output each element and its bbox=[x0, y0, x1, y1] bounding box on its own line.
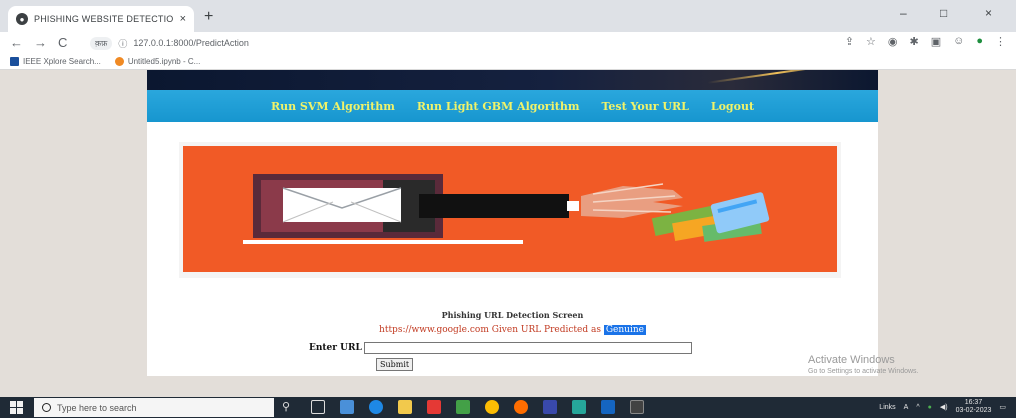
app-icon-teal[interactable] bbox=[572, 400, 586, 414]
bookmark-ieee[interactable]: IEEE Xplore Search... bbox=[10, 57, 101, 66]
system-tray: Links A ^ ● ◀) 16:37 03-02-2023 ▭ bbox=[879, 399, 1006, 415]
screen: ● PHISHING WEBSITE DETECTION × + – □ × ←… bbox=[0, 0, 1016, 418]
tray-links[interactable]: Links bbox=[879, 404, 895, 411]
tab-close-icon[interactable]: × bbox=[180, 13, 186, 25]
profile-icon[interactable]: ☺ bbox=[953, 35, 964, 48]
result-prefix: https://www.google.com Given URL Predict… bbox=[379, 325, 601, 335]
forward-arrow-icon[interactable]: → bbox=[34, 35, 47, 51]
globe-icon: ● bbox=[16, 13, 28, 25]
app-icon-blue[interactable] bbox=[543, 400, 557, 414]
extension-icon[interactable]: ◉ bbox=[888, 35, 898, 48]
file-explorer-icon[interactable] bbox=[398, 400, 412, 414]
network-icon[interactable]: ● bbox=[928, 404, 932, 411]
new-tab-button[interactable]: + bbox=[204, 9, 213, 25]
result-value: Genuine bbox=[603, 325, 646, 335]
bookmark-colab[interactable]: Untitled5.ipynb - C... bbox=[114, 57, 201, 66]
search-icon bbox=[42, 403, 51, 412]
store-icon[interactable] bbox=[427, 400, 441, 414]
phishing-illustration-svg bbox=[243, 174, 770, 244]
nav-run-lightgbm[interactable]: Run Light GBM Algorithm bbox=[417, 100, 580, 113]
watermark-line1: Activate Windows bbox=[808, 354, 895, 366]
close-window-icon[interactable]: × bbox=[985, 6, 992, 20]
taskbar-search[interactable]: Type here to search bbox=[34, 398, 274, 417]
chrome-active-icon[interactable] bbox=[514, 400, 528, 414]
clock-time: 16:37 bbox=[964, 399, 983, 406]
submit-button[interactable]: Submit bbox=[376, 358, 414, 371]
task-view-icon[interactable] bbox=[311, 400, 325, 414]
banner-streak bbox=[707, 70, 847, 84]
chrome-icon[interactable] bbox=[485, 400, 499, 414]
form-title: Phishing URL Detection Screen bbox=[441, 310, 584, 320]
browser-tab[interactable]: ● PHISHING WEBSITE DETECTION × bbox=[8, 6, 194, 32]
star-icon[interactable]: ☆ bbox=[866, 35, 876, 48]
puzzle-icon[interactable]: ✱ bbox=[909, 35, 918, 48]
weather-icon[interactable] bbox=[340, 400, 354, 414]
people-icon[interactable]: A bbox=[904, 404, 909, 411]
share-icon[interactable]: ⇪ bbox=[845, 35, 854, 48]
url-input[interactable] bbox=[363, 342, 692, 354]
bookmark-label: IEEE Xplore Search... bbox=[23, 57, 101, 66]
prediction-result: https://www.google.com Given URL Predict… bbox=[147, 325, 878, 335]
nav-run-svm[interactable]: Run SVM Algorithm bbox=[271, 100, 395, 113]
clock[interactable]: 16:37 03-02-2023 bbox=[956, 399, 992, 415]
colab-icon bbox=[114, 57, 124, 66]
site-navbar: Run SVM Algorithm Run Light GBM Algorith… bbox=[147, 90, 878, 122]
chevron-up-icon[interactable]: ^ bbox=[916, 404, 919, 411]
page-viewport: Run SVM Algorithm Run Light GBM Algorith… bbox=[0, 70, 1016, 397]
notification-icon[interactable]: ▭ bbox=[999, 403, 1006, 411]
volume-icon[interactable]: ◀) bbox=[940, 403, 948, 411]
menu-dots-icon[interactable]: ⋮ bbox=[995, 35, 1006, 48]
edge-icon[interactable] bbox=[369, 400, 383, 414]
back-arrow-icon[interactable]: ← bbox=[10, 35, 23, 51]
info-icon[interactable]: ⓘ bbox=[118, 37, 127, 50]
reload-icon[interactable]: C bbox=[58, 35, 67, 51]
browser-tabbar: ● PHISHING WEBSITE DETECTION × + – □ × bbox=[0, 0, 1016, 32]
taskbar-apps: ⚲ bbox=[282, 400, 644, 414]
security-chip[interactable]: क़फ़ bbox=[90, 36, 113, 50]
sidebar-icon[interactable]: ▣ bbox=[931, 35, 941, 48]
hero-frame bbox=[179, 142, 841, 278]
shield-icon[interactable]: ● bbox=[976, 35, 983, 48]
phishing-illustration bbox=[183, 146, 837, 272]
ieee-icon bbox=[10, 57, 19, 66]
bookmark-label: Untitled5.ipynb - C... bbox=[127, 57, 201, 66]
app-icon-green[interactable] bbox=[456, 400, 470, 414]
header-banner bbox=[147, 70, 878, 90]
url-label: Enter URL bbox=[309, 343, 362, 353]
toolbar-icons: ⇪ ☆ ◉ ✱ ▣ ☺ ● ⋮ bbox=[845, 35, 1006, 48]
address-bar[interactable]: क़फ़ ⓘ 127.0.0.1:8000/PredictAction bbox=[90, 34, 510, 52]
url-text[interactable]: 127.0.0.1:8000/PredictAction bbox=[133, 38, 249, 48]
tab-title: PHISHING WEBSITE DETECTION bbox=[34, 14, 174, 24]
activate-windows-watermark: Activate Windows Go to Settings to activ… bbox=[808, 354, 919, 375]
microphone-icon[interactable]: ⚲ bbox=[282, 400, 296, 414]
bookmarks-bar: IEEE Xplore Search... Untitled5.ipynb - … bbox=[0, 54, 1016, 70]
maximize-icon[interactable]: □ bbox=[940, 6, 947, 20]
minimize-icon[interactable]: – bbox=[900, 6, 907, 20]
nav-test-url[interactable]: Test Your URL bbox=[601, 100, 688, 113]
browser-toolbar: ← → C क़फ़ ⓘ 127.0.0.1:8000/PredictActio… bbox=[0, 32, 1016, 54]
search-placeholder: Type here to search bbox=[57, 402, 137, 413]
watermark-line2: Go to Settings to activate Windows. bbox=[808, 368, 919, 375]
url-row: Enter URL bbox=[309, 342, 692, 354]
terminal-icon[interactable] bbox=[630, 400, 644, 414]
page-container: Run SVM Algorithm Run Light GBM Algorith… bbox=[147, 70, 878, 376]
windows-taskbar: Type here to search ⚲ Links A ^ ● ◀) 16:… bbox=[0, 397, 1016, 418]
word-icon[interactable] bbox=[601, 400, 615, 414]
nav-logout[interactable]: Logout bbox=[711, 100, 754, 113]
clock-date: 03-02-2023 bbox=[955, 407, 992, 414]
windows-start-icon[interactable] bbox=[10, 401, 23, 414]
